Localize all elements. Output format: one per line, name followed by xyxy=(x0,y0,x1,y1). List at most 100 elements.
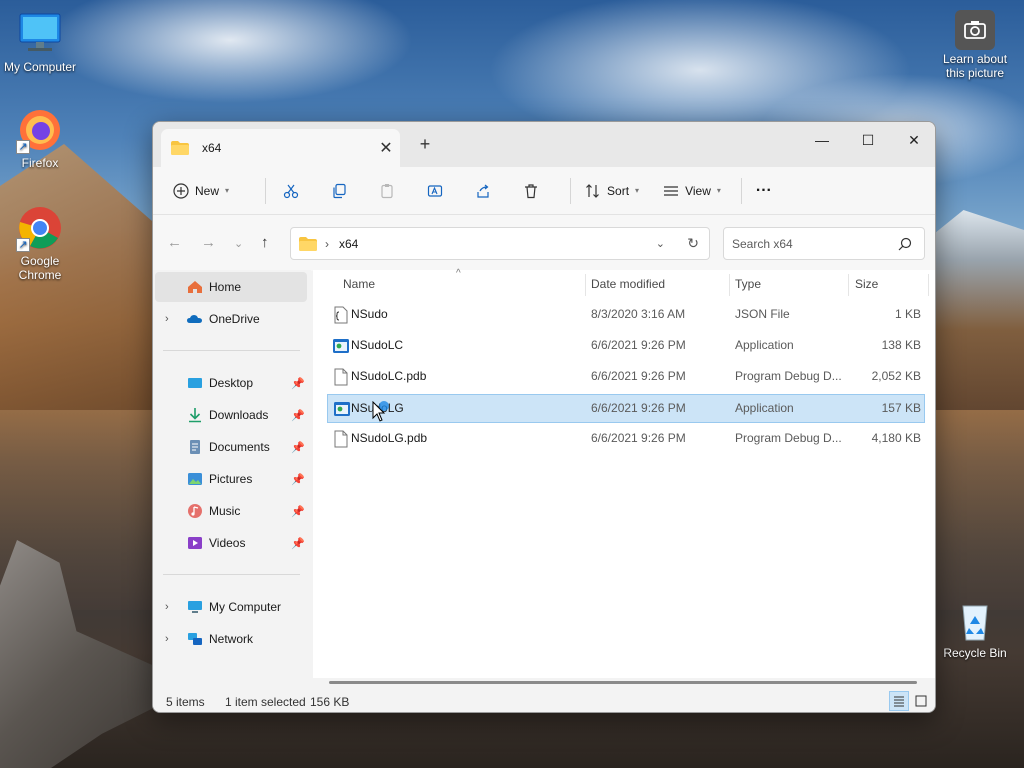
forward-arrow-icon[interactable]: → xyxy=(201,234,216,251)
camera-icon xyxy=(955,10,995,50)
maximize-button[interactable]: ☐ xyxy=(845,126,891,154)
home-icon xyxy=(188,281,202,293)
desktop-icon-chrome[interactable]: ↗ Google Chrome xyxy=(0,204,80,282)
download-arrow-icon xyxy=(189,408,201,423)
file-name: NSudo xyxy=(351,307,388,321)
json-file-icon xyxy=(334,306,348,324)
tab-x64[interactable]: x64 ✕ xyxy=(161,129,400,167)
nav-label-documents: Documents xyxy=(209,440,270,454)
share-button[interactable] xyxy=(466,175,500,207)
search-input[interactable]: Search x64 xyxy=(732,237,793,251)
new-tab-button[interactable]: + xyxy=(415,134,435,155)
more-options-button[interactable]: ··· xyxy=(750,175,778,207)
tiles-view-button[interactable] xyxy=(911,691,931,711)
firefox-icon: ↗ xyxy=(16,106,64,154)
nav-item-onedrive[interactable]: › OneDrive xyxy=(155,304,307,334)
nav-label-downloads: Downloads xyxy=(209,408,269,422)
share-icon xyxy=(477,184,489,198)
file-size: 2,052 KB xyxy=(871,369,921,383)
chrome-icon: ↗ xyxy=(16,204,64,252)
column-divider[interactable] xyxy=(928,274,929,296)
nav-item-desktop[interactable]: Desktop 📌 xyxy=(155,368,307,398)
view-label: View xyxy=(685,183,711,198)
chevron-right-icon[interactable]: › xyxy=(165,313,179,325)
nav-item-videos[interactable]: Videos 📌 xyxy=(155,528,307,558)
file-type: Application xyxy=(735,338,794,352)
minimize-button[interactable]: — xyxy=(799,126,845,154)
videos-icon xyxy=(188,537,202,549)
file-row[interactable]: NSudoLG.pdb 6/6/2021 9:26 PM Program Deb… xyxy=(327,425,925,454)
copy-button[interactable] xyxy=(322,175,356,207)
up-arrow-icon[interactable]: ↑ xyxy=(261,234,269,251)
nav-label-music: Music xyxy=(209,504,241,518)
column-header-type[interactable]: Type xyxy=(735,270,761,300)
column-divider[interactable] xyxy=(729,274,730,296)
nav-label-videos: Videos xyxy=(209,536,246,550)
sort-icon xyxy=(586,183,599,198)
pin-icon[interactable]: 📌 xyxy=(291,505,305,518)
chevron-down-icon: ▾ xyxy=(716,186,721,195)
nav-divider xyxy=(163,574,300,575)
scissors-icon xyxy=(283,184,299,198)
sort-button[interactable]: Sort ▾ xyxy=(579,175,645,207)
nav-item-downloads[interactable]: Downloads 📌 xyxy=(155,400,307,430)
nav-item-my-computer[interactable]: › My Computer xyxy=(155,592,307,622)
view-lines-icon xyxy=(664,185,679,196)
new-button[interactable]: New ▾ xyxy=(167,175,235,207)
more-options-icon: ··· xyxy=(755,181,772,199)
file-size: 157 KB xyxy=(881,401,921,415)
chevron-right-icon[interactable]: › xyxy=(165,601,179,613)
address-dropdown-chevron-icon[interactable]: ⌄ xyxy=(656,237,665,250)
file-size: 4,180 KB xyxy=(871,431,921,445)
desktop-icon-firefox[interactable]: ↗ Firefox xyxy=(0,106,80,170)
desktop-icon-learn-about-picture[interactable]: Learn about this picture xyxy=(935,10,1015,80)
selection-size: 156 KB xyxy=(310,695,350,709)
nav-divider xyxy=(163,350,300,351)
file-row[interactable]: NSudoLC 6/6/2021 9:26 PM Application 138… xyxy=(327,332,925,361)
recent-locations-chevron-icon[interactable]: ⌄ xyxy=(234,237,243,250)
file-row[interactable]: NSudoLC.pdb 6/6/2021 9:26 PM Program Deb… xyxy=(327,363,925,392)
rename-button[interactable] xyxy=(418,175,452,207)
pin-icon[interactable]: 📌 xyxy=(291,377,305,390)
close-button[interactable]: ✕ xyxy=(891,126,935,154)
nav-item-pictures[interactable]: Pictures 📌 xyxy=(155,464,307,494)
desktop-icon-recycle-bin[interactable]: Recycle Bin xyxy=(935,596,1015,660)
nav-item-documents[interactable]: Documents 📌 xyxy=(155,432,307,462)
column-header-name[interactable]: Name xyxy=(343,270,375,300)
refresh-icon[interactable]: ↻ xyxy=(687,235,699,252)
search-icon xyxy=(898,237,912,250)
pin-icon[interactable]: 📌 xyxy=(291,537,305,550)
column-header-size[interactable]: Size xyxy=(855,270,878,300)
desktop-icon-label: Google Chrome xyxy=(18,254,62,282)
details-view-button[interactable] xyxy=(889,691,909,711)
file-row[interactable]: NSudo 8/3/2020 3:16 AM JSON File 1 KB xyxy=(327,301,925,330)
column-divider[interactable] xyxy=(585,274,586,296)
pin-icon[interactable]: 📌 xyxy=(291,441,305,454)
desktop-icon-my-computer[interactable]: My Computer xyxy=(0,10,80,74)
paste-button[interactable] xyxy=(370,175,404,207)
cut-button[interactable] xyxy=(274,175,308,207)
delete-button[interactable] xyxy=(514,175,548,207)
monitor-icon xyxy=(188,601,202,613)
folder-icon xyxy=(299,236,317,251)
pin-icon[interactable]: 📌 xyxy=(291,473,305,486)
view-button[interactable]: View ▾ xyxy=(657,175,727,207)
column-divider[interactable] xyxy=(848,274,849,296)
chevron-right-icon[interactable]: › xyxy=(165,633,179,645)
file-icon xyxy=(334,368,348,386)
back-arrow-icon[interactable]: ← xyxy=(167,234,182,251)
file-row-selected[interactable]: NSudoLG 6/6/2021 9:26 PM Application 157… xyxy=(327,394,925,423)
nav-item-network[interactable]: › Network xyxy=(155,624,307,654)
horizontal-scrollbar[interactable] xyxy=(329,681,917,684)
tab-close-button[interactable]: ✕ xyxy=(372,138,400,158)
explorer-body: Home › OneDrive Desktop 📌 Downloads 📌 Do… xyxy=(153,268,935,678)
file-type: Application xyxy=(735,401,794,415)
address-bar[interactable]: › x64 ⌄ ↻ xyxy=(290,227,710,260)
nav-item-music[interactable]: Music 📌 xyxy=(155,496,307,526)
pin-icon[interactable]: 📌 xyxy=(291,409,305,422)
column-header-date[interactable]: Date modified xyxy=(591,270,665,300)
breadcrumb-x64[interactable]: x64 xyxy=(339,237,358,251)
file-date: 6/6/2021 9:26 PM xyxy=(591,431,686,445)
search-box[interactable]: Search x64 xyxy=(723,227,925,260)
nav-item-home[interactable]: Home xyxy=(155,272,307,302)
